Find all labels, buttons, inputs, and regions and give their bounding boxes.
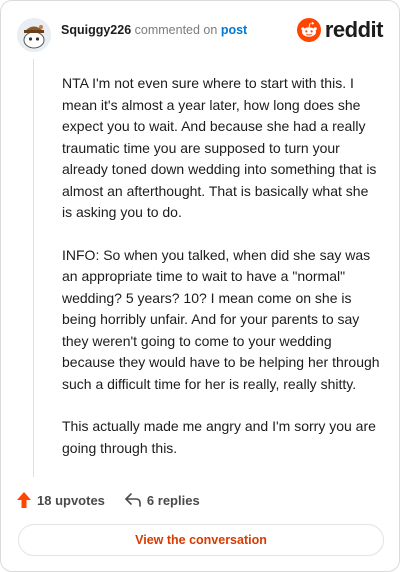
comment-paragraph: INFO: So when you talked, when did she s… [62, 246, 380, 392]
action-text: commented on [134, 23, 218, 37]
thread-line[interactable] [33, 59, 34, 477]
snoo-avatar-icon [17, 18, 51, 52]
comment-body: NTA I'm not even sure where to start wit… [62, 73, 380, 480]
username[interactable]: Squiggy226 [61, 23, 131, 37]
comment-paragraph: NTA I'm not even sure where to start wit… [62, 75, 377, 220]
comment-paragraph: This actually made me angry and I'm sorr… [62, 418, 376, 456]
upvote-arrow-icon [17, 492, 31, 508]
upvote-count: 18 upvotes [37, 492, 105, 508]
upvote-stat[interactable]: 18 upvotes [17, 492, 105, 508]
replies-count: 6 replies [146, 492, 200, 508]
comment-header: Squiggy226 commented on post reddit [17, 15, 384, 55]
reddit-wordmark: reddit [324, 17, 384, 42]
comment-footer: 18 upvotes 6 replies [17, 489, 200, 511]
comment-card: Squiggy226 commented on post reddit NTA … [0, 0, 400, 572]
comment-meta: Squiggy226 commented on post [61, 22, 247, 38]
reddit-logo[interactable]: reddit [296, 17, 384, 43]
replies-stat[interactable]: 6 replies [125, 493, 200, 508]
reddit-snoo-icon [296, 18, 321, 42]
avatar[interactable] [17, 18, 51, 52]
post-link[interactable]: post [221, 23, 247, 37]
view-conversation-button[interactable]: View the conversation [18, 524, 384, 556]
reply-arrow-icon [125, 493, 141, 507]
